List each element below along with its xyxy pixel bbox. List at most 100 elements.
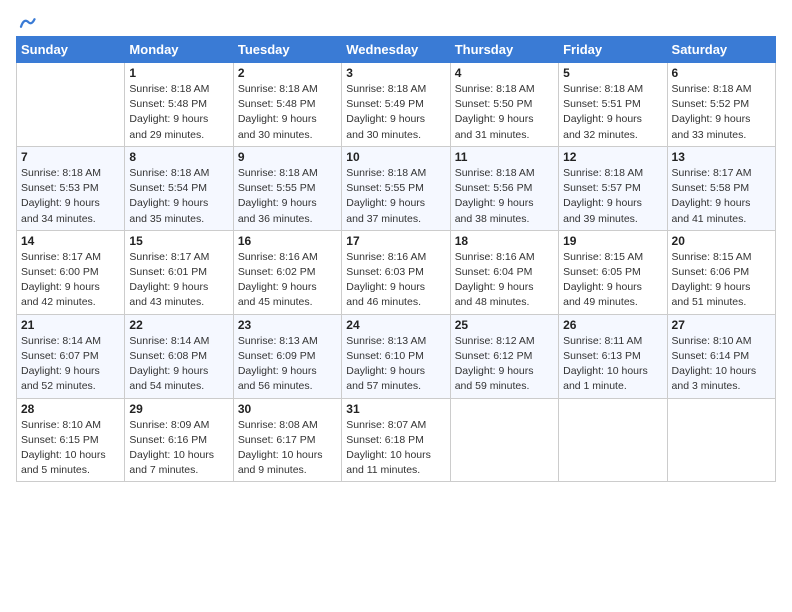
day-info: Sunrise: 8:17 AMSunset: 6:00 PMDaylight:…	[21, 250, 120, 311]
day-number: 3	[346, 66, 445, 80]
day-cell: 22 Sunrise: 8:14 AMSunset: 6:08 PMDayligh…	[125, 314, 233, 398]
day-info: Sunrise: 8:18 AMSunset: 5:48 PMDaylight:…	[238, 82, 337, 143]
day-number: 10	[346, 150, 445, 164]
day-info: Sunrise: 8:16 AMSunset: 6:03 PMDaylight:…	[346, 250, 445, 311]
day-cell: 27 Sunrise: 8:10 AMSunset: 6:14 PMDayligh…	[667, 314, 775, 398]
week-row-3: 14 Sunrise: 8:17 AMSunset: 6:00 PMDayligh…	[17, 230, 776, 314]
calendar-table: SundayMondayTuesdayWednesdayThursdayFrid…	[16, 36, 776, 482]
week-row-2: 7 Sunrise: 8:18 AMSunset: 5:53 PMDaylight…	[17, 146, 776, 230]
day-number: 23	[238, 318, 337, 332]
day-number: 21	[21, 318, 120, 332]
day-cell: 23 Sunrise: 8:13 AMSunset: 6:09 PMDayligh…	[233, 314, 341, 398]
week-row-5: 28 Sunrise: 8:10 AMSunset: 6:15 PMDayligh…	[17, 398, 776, 482]
day-info: Sunrise: 8:14 AMSunset: 6:07 PMDaylight:…	[21, 334, 120, 395]
day-cell: 31Sunrise: 8:07 AMSunset: 6:18 PMDayligh…	[342, 398, 450, 482]
day-number: 19	[563, 234, 662, 248]
day-info: Sunrise: 8:18 AMSunset: 5:54 PMDaylight:…	[129, 166, 228, 227]
weekday-header-thursday: Thursday	[450, 37, 558, 63]
day-info: Sunrise: 8:18 AMSunset: 5:55 PMDaylight:…	[346, 166, 445, 227]
day-cell: 4 Sunrise: 8:18 AMSunset: 5:50 PMDaylight…	[450, 63, 558, 147]
day-info: Sunrise: 8:10 AMSunset: 6:14 PMDaylight:…	[672, 334, 771, 395]
day-cell: 3 Sunrise: 8:18 AMSunset: 5:49 PMDaylight…	[342, 63, 450, 147]
day-info: Sunrise: 8:18 AMSunset: 5:55 PMDaylight:…	[238, 166, 337, 227]
day-info: Sunrise: 8:14 AMSunset: 6:08 PMDaylight:…	[129, 334, 228, 395]
day-number: 12	[563, 150, 662, 164]
day-cell: 10 Sunrise: 8:18 AMSunset: 5:55 PMDayligh…	[342, 146, 450, 230]
day-number: 27	[672, 318, 771, 332]
day-number: 28	[21, 402, 120, 416]
day-cell: 12 Sunrise: 8:18 AMSunset: 5:57 PMDayligh…	[559, 146, 667, 230]
day-cell: 28 Sunrise: 8:10 AMSunset: 6:15 PMDayligh…	[17, 398, 125, 482]
page-container: SundayMondayTuesdayWednesdayThursdayFrid…	[0, 0, 792, 492]
day-cell	[17, 63, 125, 147]
day-cell: 11 Sunrise: 8:18 AMSunset: 5:56 PMDayligh…	[450, 146, 558, 230]
day-number: 26	[563, 318, 662, 332]
day-number: 22	[129, 318, 228, 332]
day-info: Sunrise: 8:18 AMSunset: 5:50 PMDaylight:…	[455, 82, 554, 143]
day-number: 25	[455, 318, 554, 332]
day-cell: 26 Sunrise: 8:11 AMSunset: 6:13 PMDayligh…	[559, 314, 667, 398]
day-number: 15	[129, 234, 228, 248]
day-info: Sunrise: 8:16 AMSunset: 6:04 PMDaylight:…	[455, 250, 554, 311]
day-cell	[667, 398, 775, 482]
day-info: Sunrise: 8:15 AMSunset: 6:06 PMDaylight:…	[672, 250, 771, 311]
day-info: Sunrise: 8:07 AMSunset: 6:18 PMDaylight:…	[346, 418, 445, 479]
day-info: Sunrise: 8:16 AMSunset: 6:02 PMDaylight:…	[238, 250, 337, 311]
day-number: 17	[346, 234, 445, 248]
day-info: Sunrise: 8:12 AMSunset: 6:12 PMDaylight:…	[455, 334, 554, 395]
day-cell: 16Sunrise: 8:16 AMSunset: 6:02 PMDayligh…	[233, 230, 341, 314]
day-info: Sunrise: 8:17 AMSunset: 6:01 PMDaylight:…	[129, 250, 228, 311]
day-cell: 30 Sunrise: 8:08 AMSunset: 6:17 PMDayligh…	[233, 398, 341, 482]
week-row-1: 1 Sunrise: 8:18 AMSunset: 5:48 PMDaylight…	[17, 63, 776, 147]
day-info: Sunrise: 8:13 AMSunset: 6:10 PMDaylight:…	[346, 334, 445, 395]
day-cell: 24 Sunrise: 8:13 AMSunset: 6:10 PMDayligh…	[342, 314, 450, 398]
logo-icon	[18, 14, 36, 32]
day-cell: 8 Sunrise: 8:18 AMSunset: 5:54 PMDaylight…	[125, 146, 233, 230]
day-info: Sunrise: 8:18 AMSunset: 5:57 PMDaylight:…	[563, 166, 662, 227]
weekday-header-sunday: Sunday	[17, 37, 125, 63]
day-cell: 29 Sunrise: 8:09 AMSunset: 6:16 PMDayligh…	[125, 398, 233, 482]
day-cell	[559, 398, 667, 482]
day-number: 29	[129, 402, 228, 416]
day-number: 2	[238, 66, 337, 80]
day-info: Sunrise: 8:11 AMSunset: 6:13 PMDaylight:…	[563, 334, 662, 395]
day-number: 14	[21, 234, 120, 248]
day-info: Sunrise: 8:09 AMSunset: 6:16 PMDaylight:…	[129, 418, 228, 479]
weekday-header-monday: Monday	[125, 37, 233, 63]
day-number: 30	[238, 402, 337, 416]
day-cell: 2 Sunrise: 8:18 AMSunset: 5:48 PMDaylight…	[233, 63, 341, 147]
logo	[16, 14, 36, 32]
day-info: Sunrise: 8:15 AMSunset: 6:05 PMDaylight:…	[563, 250, 662, 311]
day-cell: 1Sunrise: 8:18 AMSunset: 5:48 PMDaylight…	[125, 63, 233, 147]
day-info: Sunrise: 8:17 AMSunset: 5:58 PMDaylight:…	[672, 166, 771, 227]
day-number: 11	[455, 150, 554, 164]
day-info: Sunrise: 8:13 AMSunset: 6:09 PMDaylight:…	[238, 334, 337, 395]
day-cell: 6Sunrise: 8:18 AMSunset: 5:52 PMDaylight…	[667, 63, 775, 147]
day-cell: 15 Sunrise: 8:17 AMSunset: 6:01 PMDayligh…	[125, 230, 233, 314]
day-number: 18	[455, 234, 554, 248]
day-number: 1	[129, 66, 228, 80]
day-cell: 7 Sunrise: 8:18 AMSunset: 5:53 PMDaylight…	[17, 146, 125, 230]
day-cell: 25 Sunrise: 8:12 AMSunset: 6:12 PMDayligh…	[450, 314, 558, 398]
day-info: Sunrise: 8:08 AMSunset: 6:17 PMDaylight:…	[238, 418, 337, 479]
day-number: 8	[129, 150, 228, 164]
weekday-header-friday: Friday	[559, 37, 667, 63]
day-cell: 5Sunrise: 8:18 AMSunset: 5:51 PMDaylight…	[559, 63, 667, 147]
day-info: Sunrise: 8:18 AMSunset: 5:53 PMDaylight:…	[21, 166, 120, 227]
day-number: 4	[455, 66, 554, 80]
day-info: Sunrise: 8:18 AMSunset: 5:52 PMDaylight:…	[672, 82, 771, 143]
day-info: Sunrise: 8:18 AMSunset: 5:56 PMDaylight:…	[455, 166, 554, 227]
day-number: 7	[21, 150, 120, 164]
weekday-header-tuesday: Tuesday	[233, 37, 341, 63]
day-number: 9	[238, 150, 337, 164]
day-info: Sunrise: 8:10 AMSunset: 6:15 PMDaylight:…	[21, 418, 120, 479]
day-cell: 21 Sunrise: 8:14 AMSunset: 6:07 PMDayligh…	[17, 314, 125, 398]
day-cell: 17 Sunrise: 8:16 AMSunset: 6:03 PMDayligh…	[342, 230, 450, 314]
weekday-header-row: SundayMondayTuesdayWednesdayThursdayFrid…	[17, 37, 776, 63]
day-cell: 19 Sunrise: 8:15 AMSunset: 6:05 PMDayligh…	[559, 230, 667, 314]
day-number: 24	[346, 318, 445, 332]
day-info: Sunrise: 8:18 AMSunset: 5:49 PMDaylight:…	[346, 82, 445, 143]
day-cell	[450, 398, 558, 482]
day-cell: 9 Sunrise: 8:18 AMSunset: 5:55 PMDaylight…	[233, 146, 341, 230]
day-number: 5	[563, 66, 662, 80]
